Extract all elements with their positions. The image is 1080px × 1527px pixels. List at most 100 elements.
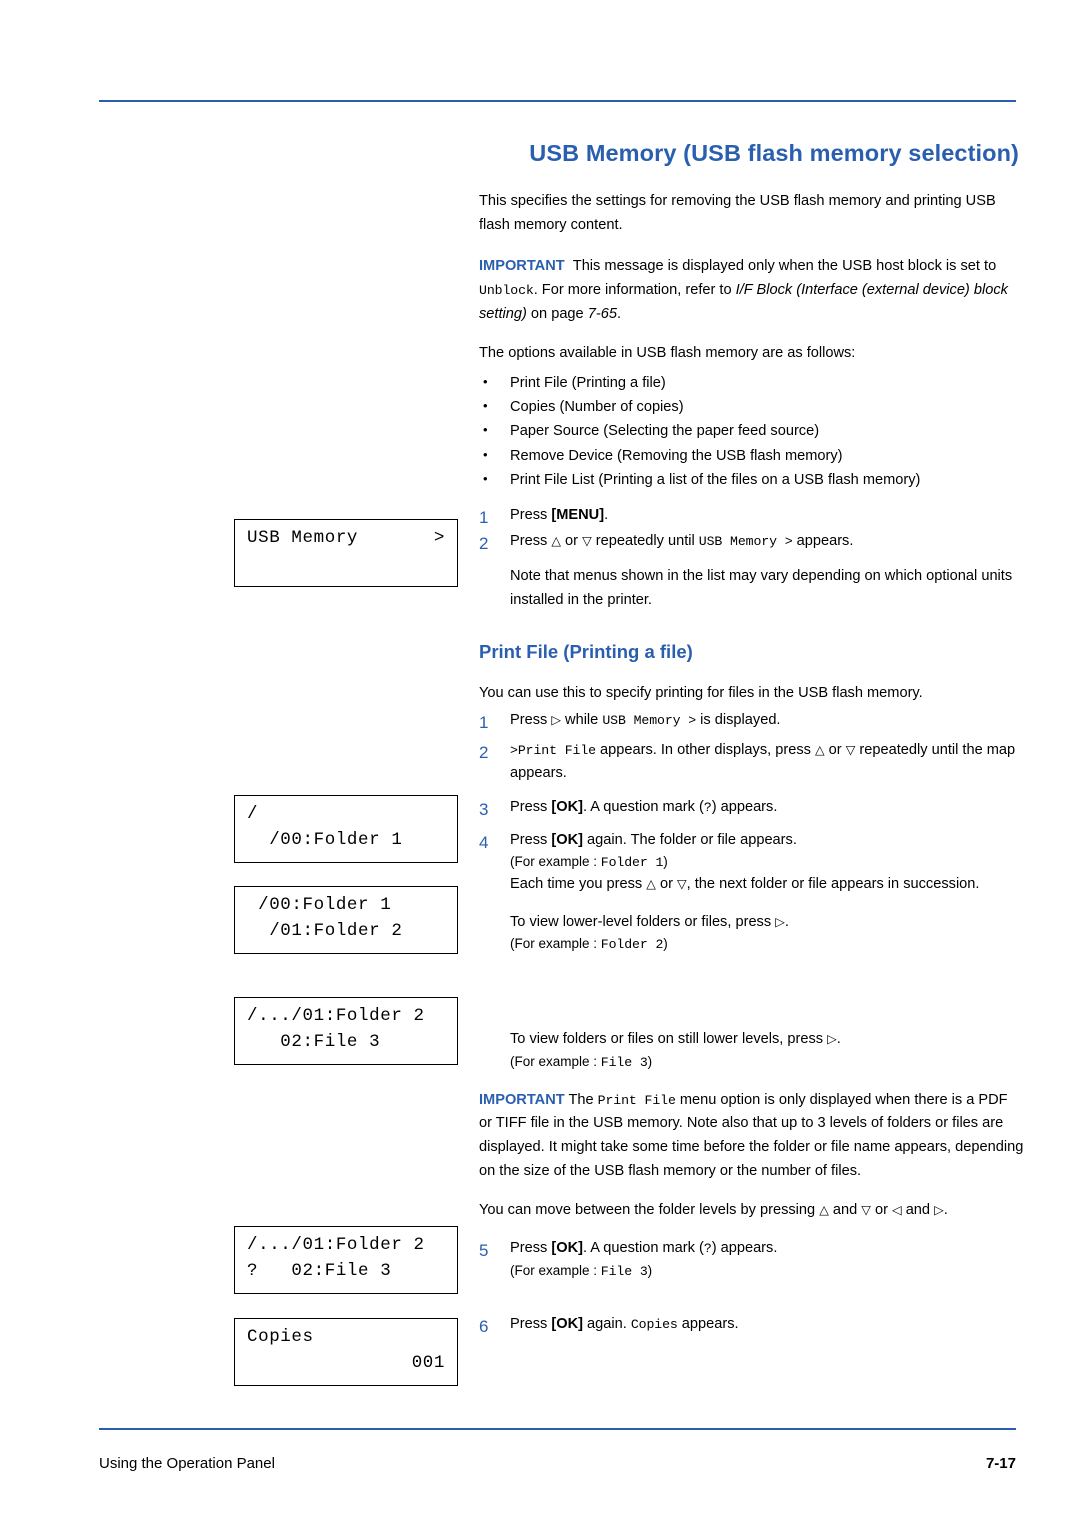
pf-step-2-a: appears. In other displays, press xyxy=(595,741,815,758)
pf-step-5: 5 Press [OK]. A question mark (?) appear… xyxy=(479,1237,1024,1281)
example-mono: Folder 1 xyxy=(600,855,664,871)
right-arrow-icon: ▷ xyxy=(775,914,785,929)
left-arrow-icon: ◁ xyxy=(892,1203,902,1218)
step-2: 2 Press △ or ▽ repeatedly until USB Memo… xyxy=(479,530,1024,554)
step-2-mono: USB Memory > xyxy=(698,533,793,549)
pf-step-3-a: Press xyxy=(510,799,552,816)
pf-still-b: . xyxy=(836,1031,841,1048)
lcd-line-1: / xyxy=(247,804,259,824)
ok-key: [OK] xyxy=(551,1316,583,1333)
pf-step-6-c: appears. xyxy=(677,1316,739,1333)
top-rule xyxy=(99,100,1016,102)
pf-move-or: or xyxy=(870,1202,893,1219)
example-prefix: (For example : xyxy=(510,936,601,952)
print-file-steps: 1 Press ▷ while USB Memory > is displaye… xyxy=(479,709,1024,955)
pf-step-1-mono: USB Memory > xyxy=(602,713,697,729)
pf-move-b: . xyxy=(943,1202,948,1219)
step-number: 2 xyxy=(479,742,489,762)
pf-step-4-example: (For example : Folder 1) xyxy=(510,852,1024,873)
ok-key: [OK] xyxy=(551,1239,583,1256)
lcd-line-2-right: 001 xyxy=(411,1353,445,1373)
pf-move-and: and xyxy=(828,1202,862,1219)
step-number: 1 xyxy=(479,507,489,527)
pf-still-lower: To view folders or files on still lower … xyxy=(479,1028,1024,1052)
print-file-intro: You can use this to specify printing for… xyxy=(479,684,923,701)
important-1-a: This message is displayed only when the … xyxy=(572,258,997,275)
lcd-line-1: USB Memory xyxy=(247,528,359,548)
right-arrow-icon: ▷ xyxy=(551,713,561,728)
main-content: This specifies the settings for removing… xyxy=(479,190,1024,1339)
lcd-line-1: /.../01:Folder 2 xyxy=(247,1235,425,1255)
lcd-panel-folder-1-2: /00:Folder 1 /01:Folder 2 xyxy=(234,886,458,954)
pf-step-5-a: Press xyxy=(510,1239,552,1256)
pf-lower-b: . xyxy=(784,913,789,930)
pf-step-6: 6 Press [OK] again. Copies appears. xyxy=(479,1313,1024,1337)
important-label-2: IMPORTANT xyxy=(479,1091,565,1108)
lcd-line-2: /00:Folder 1 xyxy=(247,830,403,850)
ok-key: [OK] xyxy=(551,831,583,848)
pf-step-1-a: Press xyxy=(510,712,552,729)
bottom-rule xyxy=(99,1428,1016,1430)
lcd-line-1: Copies xyxy=(247,1327,314,1347)
important-note-1: IMPORTANT This message is displayed only… xyxy=(479,255,1024,326)
important-1-c: on page xyxy=(526,305,588,322)
down-arrow-icon: ▽ xyxy=(845,742,856,757)
up-arrow-icon: △ xyxy=(814,742,825,757)
down-arrow-icon: ▽ xyxy=(861,1203,871,1218)
step-number: 4 xyxy=(479,832,489,852)
pf-step-4-c-a: Each time you press xyxy=(510,876,647,893)
step-number: 1 xyxy=(479,713,489,733)
options-list: Print File (Printing a file) Copies (Num… xyxy=(479,371,1024,492)
lcd-line-2: /01:Folder 2 xyxy=(247,921,403,941)
example-suffix: ) xyxy=(647,1053,653,1069)
pf-move-a: You can move between the folder levels b… xyxy=(479,1202,820,1219)
pf-lower-example: (For example : Folder 2) xyxy=(510,934,1024,955)
print-file-steps-cont: 5 Press [OK]. A question mark (?) appear… xyxy=(479,1237,1024,1337)
pf-step-4-mid: or xyxy=(655,876,677,893)
example-prefix: (For example : xyxy=(510,854,601,870)
step-number: 2 xyxy=(479,533,489,553)
ok-key: [OK] xyxy=(551,799,583,816)
section-subtitle: Print File (Printing a file) xyxy=(479,640,693,662)
important-1-mono: Unblock xyxy=(479,282,534,298)
footer-page-number: 7-17 xyxy=(985,1455,1016,1472)
document-page: USB Memory (USB flash memory selection) … xyxy=(0,0,1080,1527)
pf-move-and2: and xyxy=(901,1202,935,1219)
lcd-panel-folder-2-file-3: /.../01:Folder 2 02:File 3 xyxy=(234,997,458,1065)
pf-step-6-mono: Copies xyxy=(630,1317,678,1333)
menu-key: [MENU] xyxy=(551,506,605,523)
right-arrow-icon: ▷ xyxy=(934,1203,944,1218)
options-lead: The options available in USB flash memor… xyxy=(479,345,856,362)
pf-step-3-b: . A question mark ( xyxy=(582,799,704,816)
list-item: Print File (Printing a file) xyxy=(479,371,1024,395)
lcd-line-2: ? 02:File 3 xyxy=(247,1261,392,1281)
lcd-line-1: /00:Folder 1 xyxy=(247,895,392,915)
pf-step-5-c: ) appears. xyxy=(711,1239,778,1256)
lcd-line-2: 02:File 3 xyxy=(247,1032,381,1052)
example-mono: File 3 xyxy=(600,1263,648,1279)
step-2-mid: or xyxy=(560,532,583,549)
example-mono: Folder 2 xyxy=(600,937,664,953)
pf-step-4-b: again. The folder or file appears. xyxy=(582,831,797,848)
footer-chapter-label: Using the Operation Panel xyxy=(99,1455,275,1472)
list-item: Copies (Number of copies) xyxy=(479,395,1024,419)
right-arrow-icon: ▷ xyxy=(827,1032,837,1047)
lcd-panel-copies: Copies 001 xyxy=(234,1318,458,1386)
step-2-c: appears. xyxy=(792,532,854,549)
important-label-1: IMPORTANT xyxy=(479,258,565,275)
step-1-b: . xyxy=(604,506,609,523)
up-arrow-icon: △ xyxy=(551,533,561,548)
pf-step-5-example: (For example : File 3) xyxy=(510,1261,1024,1282)
step-number: 3 xyxy=(479,800,489,820)
usb-memory-steps: 1 Press [MENU]. 2 Press △ or ▽ repeatedl… xyxy=(479,504,1024,613)
list-item: Remove Device (Removing the USB flash me… xyxy=(479,444,1024,468)
menu-note: Note that menus shown in the list may va… xyxy=(510,568,1013,608)
step-2-a: Press xyxy=(510,532,552,549)
pf-lower-a: To view lower-level folders or files, pr… xyxy=(510,913,776,930)
example-prefix: (For example : xyxy=(510,1262,601,1278)
pf-step-1-c: is displayed. xyxy=(696,712,781,729)
pf-step-5-b: . A question mark ( xyxy=(582,1239,704,1256)
pf-step-3-c: ) appears. xyxy=(711,799,778,816)
question-mark-glyph: ? xyxy=(703,1240,712,1256)
down-arrow-icon: ▽ xyxy=(677,877,687,892)
